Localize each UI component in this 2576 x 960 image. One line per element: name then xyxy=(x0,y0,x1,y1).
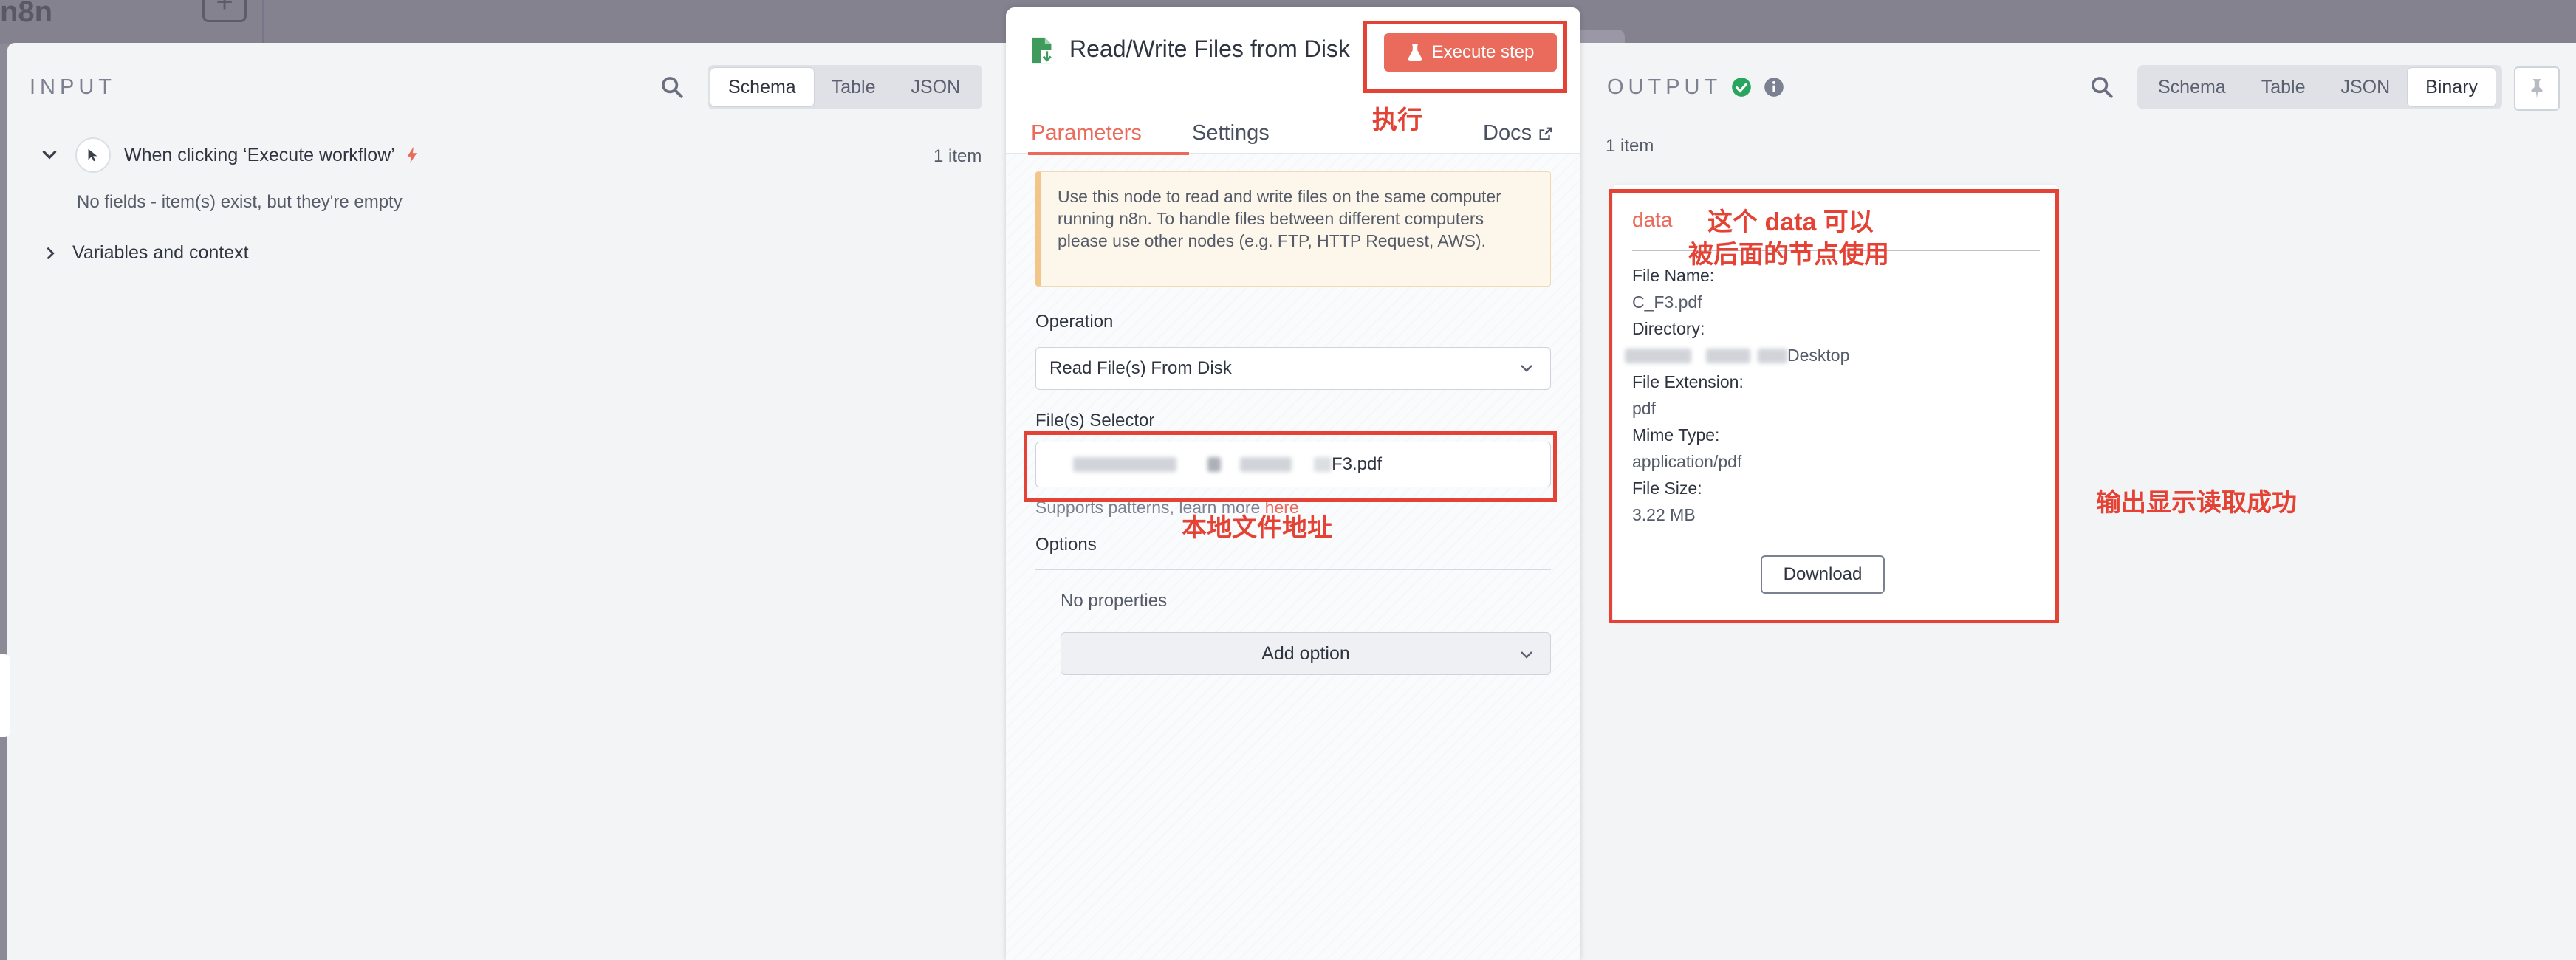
toolbar-divider xyxy=(262,0,264,44)
trigger-item-count: 1 item xyxy=(934,146,982,166)
output-tab-schema[interactable]: Schema xyxy=(2140,68,2244,106)
output-tab-table[interactable]: Table xyxy=(2244,68,2323,106)
panel-drag-handle[interactable] xyxy=(0,654,10,737)
n8n-logo: n8n xyxy=(0,0,53,28)
lightning-icon xyxy=(407,147,417,163)
annotation-execute: 执行 xyxy=(1372,106,1422,134)
node-title: Read/Write Files from Disk xyxy=(1069,35,1350,62)
trigger-row[interactable]: When clicking ‘Execute workflow’ xyxy=(40,137,420,173)
annotation-box-file-selector xyxy=(1024,431,1557,502)
docs-label: Docs xyxy=(1483,121,1532,145)
external-link-icon xyxy=(1539,127,1552,140)
tab-settings[interactable]: Settings xyxy=(1192,121,1270,145)
search-icon[interactable] xyxy=(660,75,685,100)
output-tab-binary[interactable]: Binary xyxy=(2408,68,2496,106)
input-tab-schema[interactable]: Schema xyxy=(710,68,814,106)
options-divider xyxy=(1035,569,1551,570)
variables-row[interactable]: Variables and context xyxy=(43,242,249,264)
active-tab-indicator xyxy=(1028,152,1189,155)
operation-label: Operation xyxy=(1035,312,1114,332)
output-item-count: 1 item xyxy=(1606,136,1654,156)
tab-parameters[interactable]: Parameters xyxy=(1031,121,1142,145)
trigger-label: When clicking ‘Execute workflow’ xyxy=(124,144,395,165)
chevron-right-icon[interactable] xyxy=(43,244,59,263)
operation-value: Read File(s) From Disk xyxy=(1049,358,1232,378)
input-title: INPUT xyxy=(30,75,116,99)
output-tab-json[interactable]: JSON xyxy=(2323,68,2408,106)
chevron-down-icon xyxy=(1521,365,1532,372)
options-label: Options xyxy=(1035,535,1097,555)
add-option-button[interactable]: Add option xyxy=(1061,632,1551,675)
no-properties-text: No properties xyxy=(1061,591,1168,611)
input-view-switcher: Schema Table JSON xyxy=(708,65,982,109)
info-icon[interactable] xyxy=(1764,77,1784,97)
input-tab-table[interactable]: Table xyxy=(814,68,894,106)
variables-label: Variables and context xyxy=(72,242,249,263)
chevron-down-icon xyxy=(1521,651,1532,659)
annotation-box-execute xyxy=(1363,21,1567,93)
search-icon[interactable] xyxy=(2089,75,2114,100)
node-notice: Use this node to read and write files on… xyxy=(1035,171,1551,287)
input-tab-json[interactable]: JSON xyxy=(893,68,978,106)
node-tabs: Parameters Settings Docs xyxy=(1006,117,1580,155)
chevron-down-icon[interactable] xyxy=(40,145,59,165)
docs-link[interactable]: Docs xyxy=(1483,121,1554,145)
success-check-icon xyxy=(1732,78,1751,97)
add-option-label: Add option xyxy=(1261,642,1350,664)
file-icon xyxy=(1032,37,1054,64)
annotation-data-line2: 被后面的节点使用 xyxy=(1688,241,1889,269)
annotation-data-line1: 这个 data 可以 xyxy=(1707,208,1874,236)
output-view-switcher: Schema Table JSON Binary xyxy=(2137,65,2502,109)
pin-data-button[interactable] xyxy=(2514,66,2560,111)
empty-fields-message: No fields - item(s) exist, but they're e… xyxy=(77,192,402,212)
pin-icon xyxy=(2531,79,2543,99)
output-title: OUTPUT xyxy=(1607,75,1722,99)
file-selector-label: File(s) Selector xyxy=(1035,411,1155,431)
annotation-output-success: 输出显示读取成功 xyxy=(2096,489,2297,517)
annotation-local-path: 本地文件地址 xyxy=(1182,514,1332,542)
mouse-pointer-icon xyxy=(75,137,111,173)
add-node-button[interactable]: + xyxy=(202,0,247,22)
operation-select[interactable]: Read File(s) From Disk xyxy=(1035,347,1551,390)
